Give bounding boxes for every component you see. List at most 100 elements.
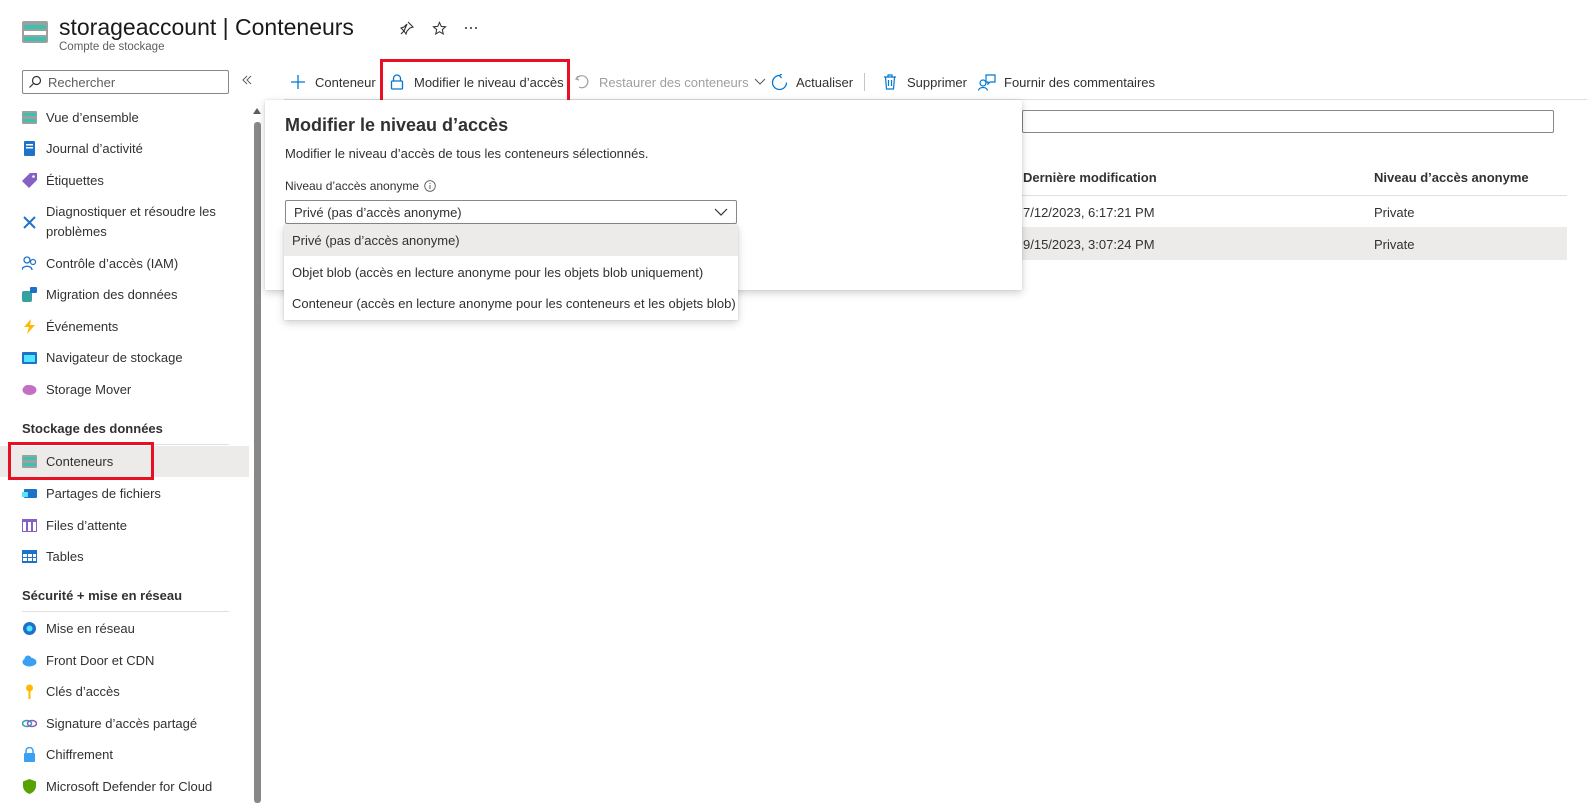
storage-mover-icon xyxy=(22,385,37,395)
overview-icon xyxy=(22,111,37,124)
iam-icon xyxy=(22,256,37,271)
refresh-icon xyxy=(770,73,788,91)
section-divider xyxy=(22,611,229,612)
sidebar-item-sas[interactable]: Signature d’accès partagé xyxy=(0,714,249,734)
sidebar-item-label: Navigateur de stockage xyxy=(46,350,183,365)
table-row[interactable]: 7/12/2023, 6:17:21 PM Private xyxy=(1022,196,1567,228)
sidebar-item-overview[interactable]: Vue d’ensemble xyxy=(0,108,249,128)
option-private[interactable]: Privé (pas d’accès anonyme) xyxy=(284,225,738,256)
page-title: storageaccount | Conteneurs xyxy=(59,14,354,40)
storage-account-icon xyxy=(22,21,48,43)
pin-icon[interactable] xyxy=(397,18,417,38)
sidebar-item-label: Étiquettes xyxy=(46,173,104,188)
column-header-last-modified[interactable]: Dernière modification xyxy=(1023,170,1157,185)
table-row[interactable]: 9/15/2023, 3:07:24 PM Private xyxy=(1022,228,1567,260)
sidebar-item-cdn[interactable]: Front Door et CDN xyxy=(0,651,249,671)
migration-icon xyxy=(22,287,37,302)
sidebar-item-storage-mover[interactable]: Storage Mover xyxy=(0,380,249,400)
defender-icon xyxy=(23,779,36,794)
sidebar-item-events[interactable]: Événements xyxy=(0,317,249,337)
diagnose-icon xyxy=(23,216,36,229)
access-level-label: Niveau d’accès anonyme xyxy=(285,179,436,193)
sidebar-item-access-keys[interactable]: Clés d’accès xyxy=(0,682,249,702)
sidebar-item-defender[interactable]: Microsoft Defender for Cloud xyxy=(0,777,249,797)
tag-icon xyxy=(22,173,37,188)
networking-icon xyxy=(23,622,36,635)
key-icon xyxy=(26,684,33,699)
sidebar-item-label: Migration des données xyxy=(46,287,178,302)
sidebar-item-encryption[interactable]: Chiffrement xyxy=(0,745,249,765)
cell-last-modified: 7/12/2023, 6:17:21 PM xyxy=(1023,205,1155,220)
access-level-label-text: Niveau d’accès anonyme xyxy=(285,179,420,193)
cell-access-level: Private xyxy=(1374,205,1415,220)
sidebar-item-label: Diagnostiquer et résoudre les xyxy=(46,204,216,219)
undo-icon xyxy=(573,73,591,91)
toolbar-separator xyxy=(864,73,865,91)
refresh-button[interactable]: Actualiser xyxy=(770,66,853,98)
sidebar-item-diagnose[interactable]: Diagnostiquer et résoudre les problèmes xyxy=(0,202,249,242)
lightning-icon xyxy=(24,319,35,334)
highlight-box-containers xyxy=(8,442,154,480)
info-icon[interactable] xyxy=(424,180,436,192)
sidebar-item-label: Tables xyxy=(46,549,84,564)
sidebar-item-iam[interactable]: Contrôle d’accès (IAM) xyxy=(0,254,249,274)
cdn-icon xyxy=(22,655,37,667)
sidebar-search-input[interactable]: Rechercher xyxy=(22,70,229,94)
sidebar-item-label: Partages de fichiers xyxy=(46,486,161,501)
sidebar-item-label: Storage Mover xyxy=(46,382,132,397)
sidebar-item-tags[interactable]: Étiquettes xyxy=(0,171,249,191)
sidebar-item-label: Chiffrement xyxy=(46,747,113,762)
column-header-anonymous-access[interactable]: Niveau d’accès anonyme xyxy=(1374,170,1529,185)
option-label: Objet blob (accès en lecture anonyme pou… xyxy=(292,265,704,280)
sidebar-item-file-shares[interactable]: Partages de fichiers xyxy=(0,484,249,504)
section-title-security-networking: Sécurité + mise en réseau xyxy=(22,588,183,603)
add-container-button[interactable]: Conteneur xyxy=(289,66,376,98)
sidebar-item-label: Files d’attente xyxy=(46,518,127,533)
sas-icon xyxy=(22,719,37,728)
dropdown-selected-value: Privé (pas d’accès anonyme) xyxy=(294,205,462,220)
option-container[interactable]: Conteneur (accès en lecture anonyme pour… xyxy=(284,288,738,319)
sidebar-item-storage-browser[interactable]: Navigateur de stockage xyxy=(0,348,249,368)
delete-button[interactable]: Supprimer xyxy=(881,66,967,98)
trash-icon xyxy=(881,73,899,91)
filter-input[interactable] xyxy=(1022,110,1554,133)
more-icon[interactable] xyxy=(461,18,481,38)
activity-log-icon xyxy=(24,141,35,156)
collapse-sidebar-icon[interactable] xyxy=(241,73,255,89)
cell-last-modified: 9/15/2023, 3:07:24 PM xyxy=(1023,237,1155,252)
panel-title: Modifier le niveau d’accès xyxy=(285,115,509,135)
sidebar-item-label: Microsoft Defender for Cloud xyxy=(46,779,213,794)
panel-description: Modifier le niveau d’accès de tous les c… xyxy=(285,146,649,161)
chevron-down-icon xyxy=(714,208,728,216)
sidebar-item-label: Journal d’activité xyxy=(46,141,143,156)
cell-access-level: Private xyxy=(1374,237,1415,252)
sidebar-item-networking[interactable]: Mise en réseau xyxy=(0,619,249,639)
feedback-label: Fournir des commentaires xyxy=(1004,74,1155,90)
scroll-up-arrow-icon[interactable] xyxy=(252,106,262,116)
sidebar-item-migration[interactable]: Migration des données xyxy=(0,285,249,305)
star-icon[interactable] xyxy=(429,18,449,38)
option-label: Conteneur (accès en lecture anonyme pour… xyxy=(292,296,736,311)
sidebar-scrollbar[interactable] xyxy=(254,122,261,803)
page-subtitle: Compte de stockage xyxy=(59,41,165,53)
search-icon xyxy=(29,75,42,88)
add-container-label: Conteneur xyxy=(315,74,376,90)
refresh-label: Actualiser xyxy=(796,74,854,90)
highlight-box-change-access xyxy=(380,59,570,103)
restore-containers-label: Restaurer des conteneurs xyxy=(599,74,749,90)
section-title-data-storage: Stockage des données xyxy=(22,421,163,436)
chevron-down-icon xyxy=(751,73,769,91)
search-placeholder: Rechercher xyxy=(48,74,116,90)
access-level-dropdown[interactable]: Privé (pas d’accès anonyme) xyxy=(285,200,737,224)
option-blob[interactable]: Objet blob (accès en lecture anonyme pou… xyxy=(284,257,738,288)
file-shares-icon xyxy=(22,489,37,498)
access-level-options-list: Privé (pas d’accès anonyme) Objet blob (… xyxy=(284,225,738,320)
sidebar-item-queues[interactable]: Files d’attente xyxy=(0,516,249,536)
restore-containers-button[interactable]: Restaurer des conteneurs xyxy=(573,66,769,98)
sidebar-item-tables[interactable]: Tables xyxy=(0,547,249,567)
feedback-button[interactable]: Fournir des commentaires xyxy=(978,66,1155,98)
plus-icon xyxy=(289,73,307,91)
sidebar-item-activity-log[interactable]: Journal d’activité xyxy=(0,139,249,159)
sidebar-item-label: problèmes xyxy=(46,224,107,239)
sidebar-item-label: Signature d’accès partagé xyxy=(46,716,198,731)
